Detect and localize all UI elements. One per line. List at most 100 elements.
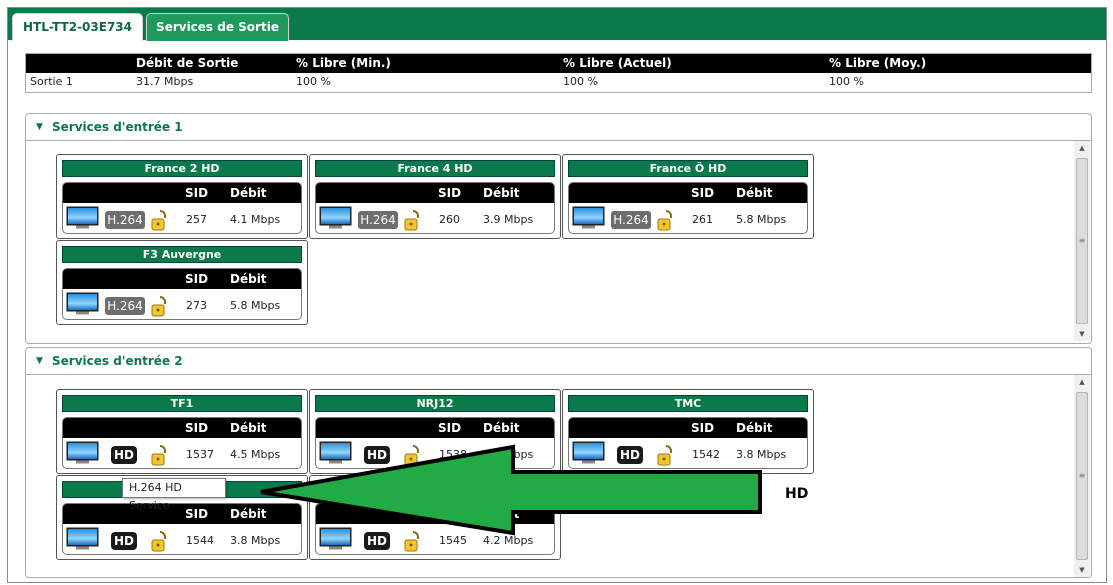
sid-header: SID — [185, 507, 209, 521]
scroll-up-icon[interactable]: ▲ — [1074, 141, 1090, 155]
service-detail-header: SID Débit — [316, 418, 554, 438]
debit-header: Débit — [483, 421, 520, 435]
debit-header: Débit — [230, 507, 267, 521]
debit-header: Débit — [483, 507, 520, 521]
tab-services-de-sortie[interactable]: Services de Sortie — [146, 13, 289, 41]
service-detail-header: SID Débit — [63, 183, 301, 203]
summary-header-row: Débit de Sortie % Libre (Min.) % Libre (… — [26, 54, 1091, 73]
unlocked-padlock-icon[interactable] — [404, 530, 422, 552]
service-card[interactable]: France Ô HD SID Débit H.264 261 5.8 Mbps — [562, 154, 814, 239]
scroll-down-icon[interactable]: ▼ — [1074, 327, 1090, 341]
service-card[interactable]: SID Débit HD 1545 4.2 Mbps — [309, 475, 561, 560]
service-debit: 4.2 Mbps — [483, 534, 534, 547]
tv-icon — [319, 527, 352, 550]
service-detail-row: H.264 257 4.1 Mbps — [63, 203, 301, 233]
codec-badge[interactable]: H.264 — [105, 297, 145, 315]
codec-badge[interactable]: H.264 — [358, 211, 398, 229]
service-detail-header: SID Débit — [63, 418, 301, 438]
service-details: SID Débit HD 1544 3.8 Mbps — [62, 503, 302, 555]
debit-header: Débit — [230, 421, 267, 435]
unlocked-padlock-icon[interactable] — [657, 209, 675, 231]
service-details: SID Débit H.264 260 3.9 Mbps — [315, 182, 555, 234]
unlocked-padlock-icon[interactable] — [151, 295, 169, 317]
unlocked-padlock-icon[interactable] — [151, 530, 169, 552]
debit-header: Débit — [483, 186, 520, 200]
codec-badge[interactable]: HD — [364, 532, 390, 550]
collapse-caret-icon[interactable]: ▼ — [36, 356, 43, 366]
service-card[interactable]: France 2 HD SID Débit H.264 257 4.1 Mbps — [56, 154, 308, 239]
service-details: SID Débit HD 1538 4.0 Mbps — [315, 417, 555, 469]
service-detail-header: SID Débit — [63, 269, 301, 289]
debit-header: Débit — [230, 272, 267, 286]
service-details: SID Débit H.264 273 5.8 Mbps — [62, 268, 302, 320]
scroll-thumb[interactable]: ≡ — [1076, 392, 1088, 560]
codec-tooltip: H.264 HD Service — [122, 478, 226, 512]
tv-icon — [572, 441, 605, 464]
service-card[interactable]: TF1 SID Débit HD 1537 4.5 Mbps — [56, 389, 308, 474]
panel-header-2[interactable]: ▼ Services d'entrée 2 — [26, 348, 1091, 375]
service-sid: 261 — [692, 213, 713, 226]
service-detail-header: SID Débit — [569, 183, 807, 203]
scrollbar-panel-2[interactable]: ▲ ≡ ▼ — [1074, 375, 1090, 577]
codec-badge[interactable]: HD — [111, 532, 137, 550]
tv-icon — [66, 527, 99, 550]
header-libre-min: % Libre (Min.) — [296, 56, 391, 70]
cell-libre-min: 100 % — [296, 75, 331, 88]
service-debit: 5.8 Mbps — [230, 299, 281, 312]
summary-row: Sortie 1 31.7 Mbps 100 % 100 % 100 % — [26, 73, 1091, 92]
scroll-up-icon[interactable]: ▲ — [1074, 375, 1090, 389]
service-debit: 3.8 Mbps — [736, 448, 787, 461]
codec-badge[interactable]: H.264 — [105, 211, 145, 229]
service-detail-row: HD 1542 3.8 Mbps — [569, 438, 807, 468]
service-card[interactable]: France 4 HD SID Débit H.264 260 3.9 Mbps — [309, 154, 561, 239]
service-card[interactable]: TMC SID Débit HD 1542 3.8 Mbps — [562, 389, 814, 474]
sid-header: SID — [691, 186, 715, 200]
panel-title-1: Services d'entrée 1 — [52, 120, 183, 134]
unlocked-padlock-icon[interactable] — [657, 444, 675, 466]
unlocked-padlock-icon[interactable] — [404, 444, 422, 466]
service-sid: 1538 — [439, 448, 467, 461]
scrollbar-panel-1[interactable]: ▲ ≡ ▼ — [1074, 141, 1090, 341]
tab-device[interactable]: HTL-TT2-03E734 — [12, 13, 143, 41]
tv-icon — [319, 206, 352, 229]
unlocked-padlock-icon[interactable] — [151, 444, 169, 466]
service-sid: 1544 — [186, 534, 214, 547]
cell-output-name: Sortie 1 — [30, 75, 73, 88]
codec-badge[interactable]: H.264 — [611, 211, 651, 229]
service-detail-header: SID Débit — [569, 418, 807, 438]
codec-badge[interactable]: HD — [111, 446, 137, 464]
service-sid: 257 — [186, 213, 207, 226]
service-sid: 1542 — [692, 448, 720, 461]
panel-header-1[interactable]: ▼ Services d'entrée 1 — [26, 114, 1091, 141]
scroll-down-icon[interactable]: ▼ — [1074, 563, 1090, 577]
header-libre-actuel: % Libre (Actuel) — [563, 56, 672, 70]
service-detail-row: H.264 261 5.8 Mbps — [569, 203, 807, 233]
service-detail-header: SID Débit — [316, 504, 554, 524]
service-card[interactable]: NRJ12 SID Débit HD 1538 4.0 Mbps — [309, 389, 561, 474]
service-name — [315, 481, 555, 498]
unlocked-padlock-icon[interactable] — [404, 209, 422, 231]
tv-icon — [66, 441, 99, 464]
panel-title-2: Services d'entrée 2 — [52, 354, 183, 368]
service-name: TF1 — [62, 395, 302, 412]
collapse-caret-icon[interactable]: ▼ — [36, 122, 43, 132]
tv-icon — [66, 292, 99, 315]
service-sid: 1545 — [439, 534, 467, 547]
service-sid: 273 — [186, 299, 207, 312]
service-card[interactable]: F3 Auvergne SID Débit H.264 273 5.8 Mbps — [56, 240, 308, 325]
unlocked-padlock-icon[interactable] — [151, 209, 169, 231]
service-name: France Ô HD — [568, 160, 808, 177]
codec-badge[interactable]: HD — [364, 446, 390, 464]
service-debit: 4.5 Mbps — [230, 448, 281, 461]
tv-icon — [319, 441, 352, 464]
service-name: TMC — [568, 395, 808, 412]
service-detail-header: SID Débit — [63, 504, 301, 524]
service-detail-header: SID Débit — [316, 183, 554, 203]
service-name: France 4 HD — [315, 160, 555, 177]
sid-header: SID — [185, 421, 209, 435]
service-sid: 1537 — [186, 448, 214, 461]
service-name: NRJ12 — [315, 395, 555, 412]
service-detail-row: HD 1544 3.8 Mbps — [63, 524, 301, 554]
codec-badge[interactable]: HD — [617, 446, 643, 464]
scroll-thumb[interactable]: ≡ — [1076, 158, 1088, 324]
